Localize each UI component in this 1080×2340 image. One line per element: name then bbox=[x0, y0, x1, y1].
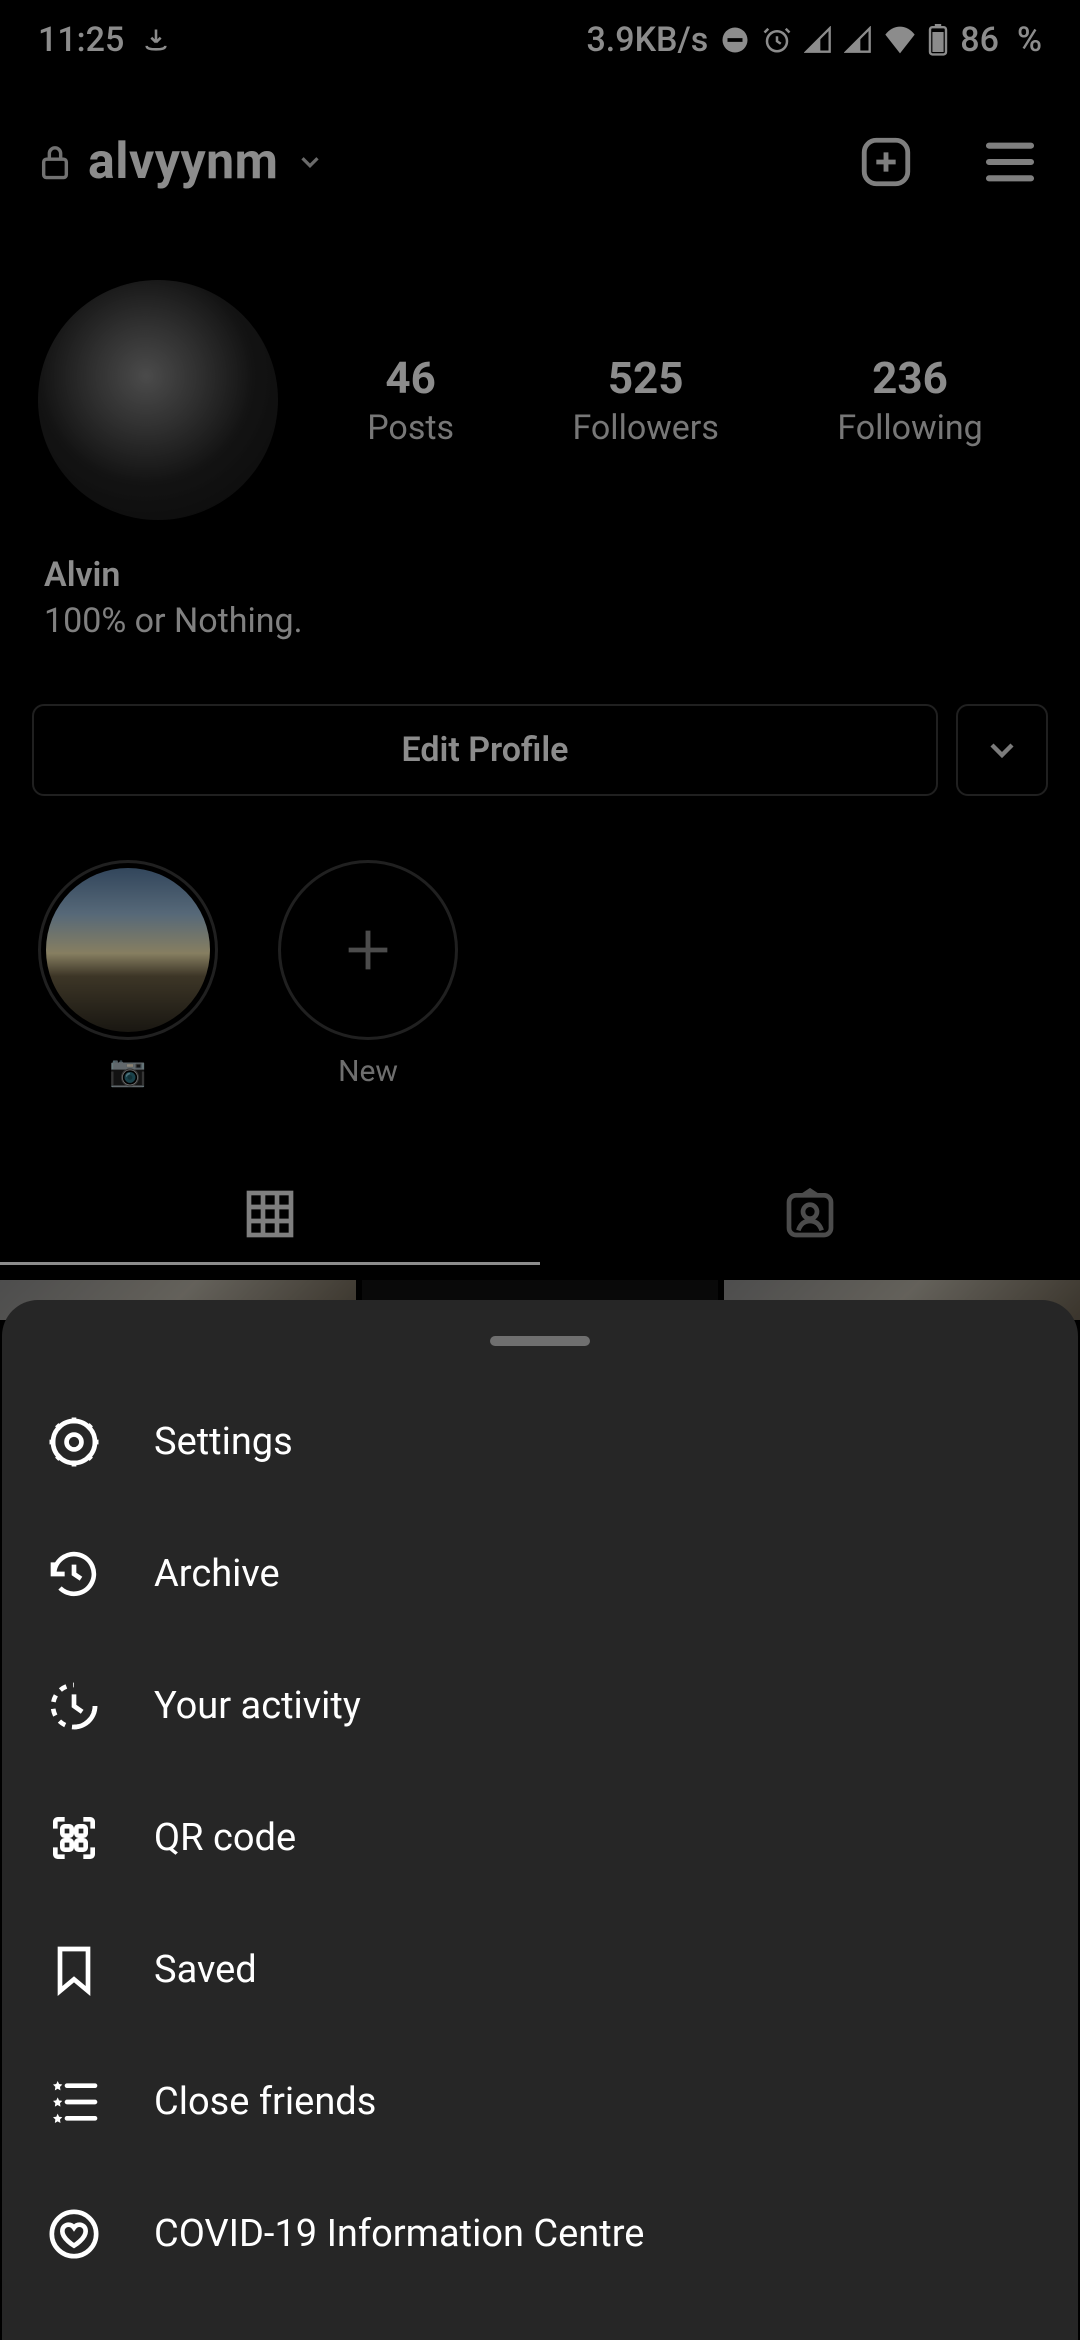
menu-item-qr[interactable]: QR code bbox=[44, 1772, 1036, 1904]
lock-icon bbox=[38, 142, 72, 182]
menu-item-settings[interactable]: Settings bbox=[44, 1376, 1036, 1508]
highlight-new-label: New bbox=[338, 1054, 398, 1090]
alarm-icon bbox=[762, 25, 792, 55]
stat-followers[interactable]: 525 Followers bbox=[572, 352, 718, 448]
close-friends-icon bbox=[44, 2072, 104, 2132]
tagged-icon bbox=[782, 1186, 838, 1242]
menu-item-saved[interactable]: Saved bbox=[44, 1904, 1036, 2036]
story-highlights: 📷 New bbox=[38, 860, 458, 1090]
stat-posts-value: 46 bbox=[367, 352, 454, 404]
edit-profile-label: Edit Profile bbox=[402, 730, 569, 770]
stat-followers-label: Followers bbox=[572, 408, 718, 448]
menu-item-activity[interactable]: Your activity bbox=[44, 1640, 1036, 1772]
menu-label: Saved bbox=[154, 1948, 257, 1992]
menu-item-close-friends[interactable]: Close friends bbox=[44, 2036, 1036, 2168]
history-icon bbox=[44, 1544, 104, 1604]
plus-icon bbox=[339, 921, 397, 979]
menu-item-covid[interactable]: COVID-19 Information Centre bbox=[44, 2168, 1036, 2300]
menu-label: COVID-19 Information Centre bbox=[154, 2212, 644, 2256]
highlight-item[interactable]: 📷 bbox=[38, 860, 218, 1090]
display-name: Alvin bbox=[44, 555, 1036, 595]
download-icon bbox=[142, 26, 170, 54]
discover-people-button[interactable] bbox=[956, 704, 1048, 796]
stat-followers-value: 525 bbox=[572, 352, 718, 404]
dnd-icon bbox=[720, 25, 750, 55]
status-bar: 11:25 3.9KB/s 86 bbox=[0, 0, 1080, 80]
username-text: alvyynm bbox=[88, 133, 279, 191]
menu-label: Archive bbox=[154, 1552, 280, 1596]
signal-1-icon bbox=[804, 26, 832, 54]
menu-bottom-sheet: Settings Archive Your activity QR code S bbox=[2, 1300, 1078, 2340]
tab-grid[interactable] bbox=[0, 1165, 540, 1265]
chevron-down-icon bbox=[295, 147, 325, 177]
hamburger-menu-button[interactable] bbox=[978, 130, 1042, 194]
highlight-label: 📷 bbox=[109, 1054, 146, 1090]
tab-tagged[interactable] bbox=[540, 1165, 1080, 1265]
stat-following-label: Following bbox=[837, 408, 982, 448]
profile-header: alvyynm bbox=[0, 130, 1080, 194]
bio: Alvin 100% or Nothing. bbox=[44, 555, 1036, 641]
bio-text: 100% or Nothing. bbox=[44, 601, 1036, 641]
activity-icon bbox=[44, 1676, 104, 1736]
highlight-new[interactable]: New bbox=[278, 860, 458, 1090]
menu-item-archive[interactable]: Archive bbox=[44, 1508, 1036, 1640]
battery-icon bbox=[928, 24, 948, 56]
heart-circle-icon bbox=[44, 2204, 104, 2264]
stat-following[interactable]: 236 Following bbox=[837, 352, 982, 448]
bookmark-icon bbox=[44, 1940, 104, 2000]
qr-icon bbox=[44, 1808, 104, 1868]
wifi-icon bbox=[884, 26, 916, 54]
menu-label: Your activity bbox=[154, 1684, 361, 1728]
edit-profile-button[interactable]: Edit Profile bbox=[32, 704, 938, 796]
stat-posts-label: Posts bbox=[367, 408, 454, 448]
profile-avatar[interactable] bbox=[38, 280, 278, 520]
menu-label: Close friends bbox=[154, 2080, 376, 2124]
signal-2-icon bbox=[844, 26, 872, 54]
status-battery-pct: 86 bbox=[960, 20, 999, 60]
status-battery-pct-sym: % bbox=[1017, 20, 1042, 60]
menu-label: Settings bbox=[154, 1420, 293, 1464]
grid-icon bbox=[242, 1186, 298, 1242]
status-net-speed: 3.9KB/s bbox=[586, 20, 708, 60]
create-post-button[interactable] bbox=[854, 130, 918, 194]
status-time: 11:25 bbox=[38, 20, 124, 60]
stat-following-value: 236 bbox=[837, 352, 982, 404]
profile-stats-row: 46 Posts 525 Followers 236 Following bbox=[0, 280, 1080, 520]
profile-content-tabs bbox=[0, 1165, 1080, 1265]
menu-label: QR code bbox=[154, 1816, 296, 1860]
gear-icon bbox=[44, 1412, 104, 1472]
chevron-down-icon bbox=[982, 730, 1022, 770]
username-switcher[interactable]: alvyynm bbox=[38, 133, 325, 191]
sheet-drag-handle[interactable] bbox=[490, 1336, 590, 1346]
stat-posts[interactable]: 46 Posts bbox=[367, 352, 454, 448]
